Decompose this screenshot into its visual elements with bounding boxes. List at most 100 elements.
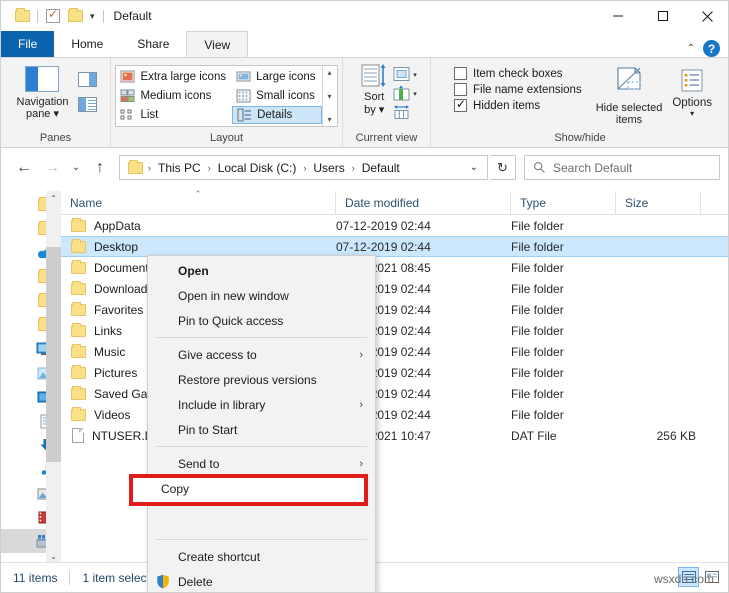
chevron-up-icon[interactable]: ⌃ bbox=[687, 43, 695, 54]
hidden-items-checkbox[interactable]: Hidden items bbox=[454, 97, 582, 112]
breadcrumb-local-disk[interactable]: Local Disk (C:) bbox=[213, 161, 302, 175]
hide-selected-label-2: items bbox=[615, 114, 643, 126]
layout-small-icons[interactable]: Small icons bbox=[232, 87, 321, 105]
table-row[interactable]: Desktop 07-12-2019 02:44 File folder bbox=[61, 236, 728, 257]
options-button[interactable]: Options ▾ bbox=[672, 62, 712, 118]
menu-item-pin-to-quick-access[interactable]: Pin to Quick access bbox=[148, 308, 375, 333]
back-button[interactable]: ← bbox=[11, 155, 37, 181]
layout-details[interactable]: Details bbox=[232, 106, 322, 124]
hide-selected-items-button[interactable]: Hide selected items bbox=[596, 62, 662, 126]
menu-item-restore-previous-versions[interactable]: Restore previous versions bbox=[148, 367, 375, 392]
menu-separator bbox=[156, 446, 367, 447]
chevron-down-icon[interactable]: ▾ bbox=[690, 109, 694, 118]
checkbox-properties-icon[interactable] bbox=[42, 5, 64, 27]
scroll-down-icon[interactable]: ▾ bbox=[328, 92, 332, 101]
menu-item-label: Include in library bbox=[178, 397, 266, 412]
menu-item-give-access-to[interactable]: Give access to › bbox=[148, 342, 375, 367]
recent-locations-button[interactable]: ⌄ bbox=[67, 155, 85, 181]
details-pane-button[interactable] bbox=[74, 93, 100, 115]
maximize-icon[interactable] bbox=[640, 1, 685, 31]
new-folder-icon[interactable] bbox=[64, 5, 86, 27]
chevron-down-icon[interactable]: ⌄ bbox=[470, 162, 483, 173]
chevron-down-icon[interactable]: ▾ bbox=[413, 71, 417, 79]
shield-icon bbox=[157, 574, 169, 589]
menu-item-create-shortcut[interactable]: Create shortcut bbox=[148, 544, 375, 569]
ribbon-right-controls: ⌃ ? bbox=[687, 40, 728, 57]
menu-item-copy[interactable] bbox=[148, 510, 375, 535]
navigation-pane-button[interactable]: Navigation pane ▾ bbox=[11, 62, 75, 120]
menu-item-pin-to-start[interactable]: Pin to Start bbox=[148, 417, 375, 442]
table-row[interactable]: AppData 07-12-2019 02:44 File folder bbox=[61, 215, 728, 236]
layout-medium-icons[interactable]: Medium icons bbox=[116, 87, 232, 105]
breadcrumb-separator[interactable]: › bbox=[351, 163, 356, 173]
column-header-type[interactable]: Type bbox=[511, 190, 616, 215]
close-icon[interactable] bbox=[685, 1, 728, 31]
menu-item-send-to[interactable]: Send to › bbox=[148, 451, 375, 476]
chevron-down-icon[interactable]: ▾ bbox=[86, 5, 99, 27]
file-name-cell[interactable]: Desktop bbox=[61, 238, 336, 254]
add-columns-button[interactable]: ▾ bbox=[392, 85, 417, 102]
breadcrumb-users[interactable]: Users bbox=[308, 161, 349, 175]
column-header-name[interactable]: ⌃ Name bbox=[61, 189, 336, 215]
breadcrumb-separator[interactable]: › bbox=[302, 163, 307, 173]
file-name: Links bbox=[94, 323, 123, 338]
chevron-down-icon[interactable]: ▾ bbox=[413, 90, 417, 98]
menu-item-delete[interactable]: Delete bbox=[148, 569, 375, 592]
up-button[interactable]: ↑ bbox=[87, 155, 113, 181]
breadcrumb[interactable]: › This PC › Local Disk (C:) › Users › De… bbox=[119, 155, 488, 180]
search-input[interactable]: Search Default bbox=[524, 155, 720, 180]
file-name: Documents bbox=[94, 260, 155, 275]
breadcrumb-default[interactable]: Default bbox=[357, 161, 405, 175]
checkbox-label: File name extensions bbox=[473, 83, 582, 96]
breadcrumb-separator[interactable]: › bbox=[207, 163, 212, 173]
options-icon bbox=[681, 69, 703, 92]
scroll-up-icon[interactable]: ▴ bbox=[328, 68, 332, 77]
breadcrumb-separator[interactable]: › bbox=[147, 163, 152, 173]
ribbon-group-layout: Extra large icons Medium icons List Larg… bbox=[111, 58, 343, 148]
minimize-icon[interactable] bbox=[595, 1, 640, 31]
file-name-extensions-checkbox[interactable]: File name extensions bbox=[454, 83, 582, 96]
divider bbox=[102, 9, 104, 23]
layout-extra-large-icons[interactable]: Extra large icons bbox=[116, 68, 232, 86]
navigation-pane-scrollbar[interactable]: ⌃ ⌄ bbox=[46, 191, 61, 564]
menu-item-open[interactable]: Open bbox=[148, 258, 375, 283]
file-date-cell: 07-12-2019 02:44 bbox=[336, 218, 431, 233]
size-all-columns-button[interactable] bbox=[392, 104, 417, 121]
refresh-button[interactable]: ↻ bbox=[490, 155, 516, 180]
layout-gallery-scrollbar[interactable]: ▴ ▾ ▾ bbox=[321, 66, 337, 126]
file-name: Downloads bbox=[94, 281, 154, 296]
details-pane-icon bbox=[77, 96, 97, 112]
breadcrumb-this-pc[interactable]: This PC bbox=[153, 161, 206, 175]
help-icon[interactable]: ? bbox=[703, 40, 720, 57]
file-type-cell: File folder bbox=[511, 281, 564, 296]
chevron-right-icon: › bbox=[359, 398, 363, 411]
navigation-pane-label-1: Navigation bbox=[16, 96, 69, 108]
layout-large-icons[interactable]: Large icons bbox=[232, 68, 321, 86]
context-menu: Open Open in new window Pin to Quick acc… bbox=[147, 255, 376, 592]
folder-icon bbox=[71, 280, 86, 295]
tab-file[interactable]: File bbox=[1, 31, 55, 57]
file-name-cell[interactable]: AppData bbox=[61, 217, 336, 233]
large-icons-icon bbox=[236, 71, 251, 82]
sort-by-button[interactable]: Sort by ▾ bbox=[360, 62, 388, 116]
tab-home[interactable]: Home bbox=[54, 31, 120, 57]
gallery-more-icon[interactable]: ▾ bbox=[328, 115, 332, 124]
folder-icon[interactable] bbox=[11, 5, 33, 27]
column-header-size[interactable]: Size bbox=[616, 190, 701, 215]
column-header-date-modified[interactable]: Date modified bbox=[336, 190, 511, 215]
preview-pane-button[interactable] bbox=[74, 68, 100, 90]
tab-share[interactable]: Share bbox=[120, 31, 186, 57]
file-type-cell: File folder bbox=[511, 365, 564, 380]
layout-list[interactable]: List bbox=[116, 106, 232, 124]
group-by-button[interactable]: ▾ bbox=[392, 66, 417, 83]
item-check-boxes-checkbox[interactable]: Item check boxes bbox=[454, 67, 582, 80]
menu-item-include-in-library[interactable]: Include in library › bbox=[148, 392, 375, 417]
file-type-cell: DAT File bbox=[511, 428, 557, 443]
menu-item-open-in-new-window[interactable]: Open in new window bbox=[148, 283, 375, 308]
scroll-up-icon[interactable]: ⌃ bbox=[50, 191, 57, 206]
search-placeholder: Search Default bbox=[553, 160, 633, 175]
forward-button[interactable]: → bbox=[39, 155, 65, 181]
scrollbar-thumb[interactable] bbox=[46, 247, 61, 462]
tab-view[interactable]: View bbox=[186, 31, 249, 57]
menu-item-copy-highlighted-label[interactable]: Copy bbox=[161, 482, 189, 496]
